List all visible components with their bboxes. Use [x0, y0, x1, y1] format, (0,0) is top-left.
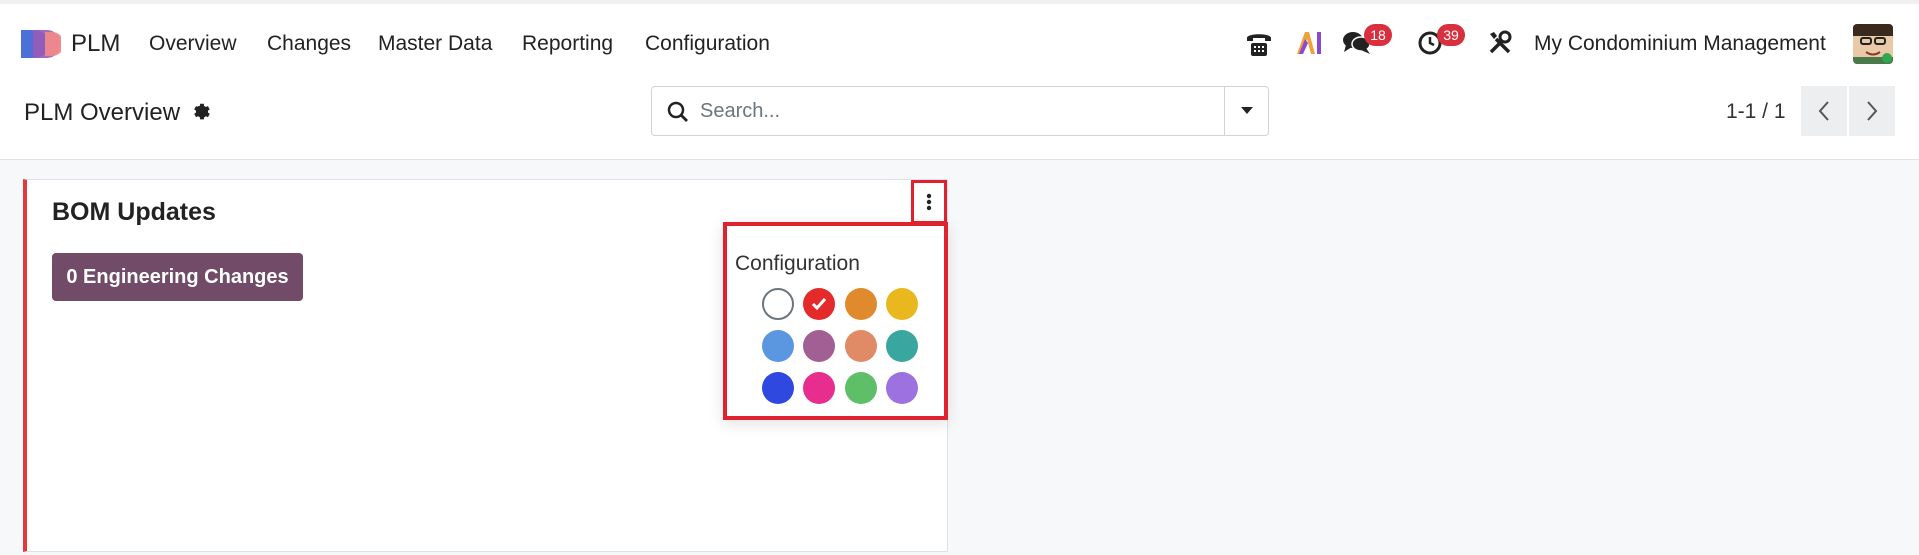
color-swatch-2[interactable]: [845, 288, 877, 320]
card-options-dropdown: Configuration: [723, 222, 948, 420]
kanban-view: BOM Updates 0 Engineering Changes: [0, 160, 1919, 555]
pager-next-button[interactable]: [1849, 86, 1895, 136]
card-title: BOM Updates: [52, 198, 216, 226]
color-swatch-1[interactable]: [803, 288, 835, 320]
color-swatch-9[interactable]: [803, 372, 835, 404]
search-box: [651, 86, 1225, 136]
chevron-right-icon: [1867, 101, 1878, 121]
color-swatch-10[interactable]: [845, 372, 877, 404]
gear-icon[interactable]: [191, 101, 213, 123]
pager-previous-button[interactable]: [1801, 86, 1847, 136]
search-options-toggle[interactable]: [1224, 86, 1269, 136]
menu-overview[interactable]: Overview: [149, 32, 237, 56]
color-swatch-4[interactable]: [762, 330, 794, 362]
app-name[interactable]: PLM: [71, 30, 120, 58]
page-title: PLM Overview: [24, 99, 181, 126]
search-icon: [667, 101, 688, 122]
search-input[interactable]: [700, 95, 1200, 127]
dropdown-section-title: Configuration: [735, 252, 860, 275]
color-swatch-5[interactable]: [803, 330, 835, 362]
color-swatch-6[interactable]: [845, 330, 877, 362]
color-swatch-8[interactable]: [762, 372, 794, 404]
menu-reporting[interactable]: Reporting: [522, 32, 613, 56]
engineering-changes-button[interactable]: 0 Engineering Changes: [52, 253, 303, 301]
color-swatch-0[interactable]: [762, 288, 794, 320]
user-avatar[interactable]: [1853, 24, 1893, 64]
caret-down-icon: [1240, 107, 1253, 114]
pager-value[interactable]: 1-1 / 1: [1726, 100, 1786, 124]
chevron-left-icon: [1818, 101, 1829, 121]
menu-master-data[interactable]: Master Data: [378, 32, 492, 56]
kebab-menu-icon: [926, 193, 932, 211]
company-switcher[interactable]: My Condominium Management: [1534, 32, 1826, 56]
ai-icon[interactable]: [1294, 28, 1324, 58]
messages-badge: 18: [1364, 24, 1392, 46]
phone-icon[interactable]: [1244, 28, 1274, 58]
color-swatch-7[interactable]: [886, 330, 918, 362]
color-swatch-3[interactable]: [886, 288, 918, 320]
control-panel: PLM Overview 1-1 / 1: [0, 80, 1919, 160]
card-options-button[interactable]: [911, 180, 947, 224]
tools-icon[interactable]: [1485, 28, 1515, 58]
color-swatch-11[interactable]: [886, 372, 918, 404]
menu-configuration[interactable]: Configuration: [645, 32, 770, 56]
menu-changes[interactable]: Changes: [267, 32, 351, 56]
activities-badge: 39: [1437, 24, 1465, 46]
check-icon: [803, 288, 835, 320]
top-navbar: PLM Overview Changes Master Data Reporti…: [0, 0, 1919, 80]
plm-logo-icon[interactable]: [19, 28, 61, 60]
